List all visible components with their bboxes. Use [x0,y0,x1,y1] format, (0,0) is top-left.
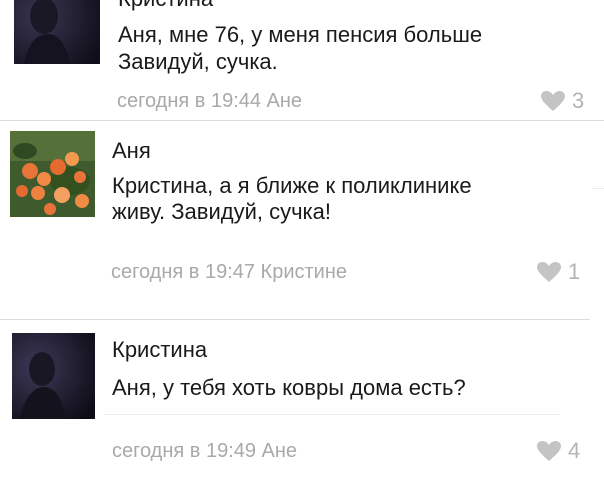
avatar[interactable] [10,131,95,217]
comment-item: Кристина Аня, у тебя хоть ковры дома ест… [0,320,604,479]
divider [592,188,604,189]
like-button[interactable]: 4 [536,438,580,464]
comment-text-line: Кристина, а я ближе к поликлинике [112,173,472,198]
comment-item: Аня Кристина, а я ближе к поликлинике жи… [0,121,604,319]
comment-text-line: Аня, мне 76, у меня пенсия больше [118,22,483,47]
like-button[interactable]: 3 [540,88,584,114]
comment-text-line: Аня, у тебя хоть ковры дома есть? [112,375,466,400]
comment-author[interactable]: Аня [112,138,151,164]
like-count: 1 [568,259,581,284]
heart-icon [537,441,561,461]
comment-timestamp[interactable]: сегодня в 19:44 Ане [117,90,302,113]
dark-portrait-avatar-icon [14,0,100,64]
comment-author[interactable]: Кристина [112,337,207,363]
heart-icon [541,91,565,111]
comment-text: Кристина, а я ближе к поликлинике живу. … [112,173,472,225]
comment-item: Кристина Аня, мне 76, у меня пенсия боль… [0,0,604,120]
comment-timestamp[interactable]: сегодня в 19:47 Кристине [111,261,347,284]
like-count: 3 [572,88,585,113]
divider [104,414,560,415]
comment-author[interactable]: Кристина [118,0,213,12]
comment-timestamp[interactable]: сегодня в 19:49 Ане [112,440,297,463]
heart-icon [537,262,561,282]
like-button[interactable]: 1 [536,259,580,285]
comment-text-line: Завидуй, сучка. [118,49,278,74]
avatar[interactable] [14,0,100,64]
comment-text-line: живу. Завидуй, сучка! [112,199,332,224]
orange-flowers-avatar-icon [10,131,95,217]
like-count: 4 [568,438,581,463]
comment-text: Аня, мне 76, у меня пенсия больше Завиду… [118,21,482,75]
dark-portrait-avatar-icon [12,333,95,419]
avatar[interactable] [12,333,95,419]
comment-text: Аня, у тебя хоть ковры дома есть? [112,374,466,401]
